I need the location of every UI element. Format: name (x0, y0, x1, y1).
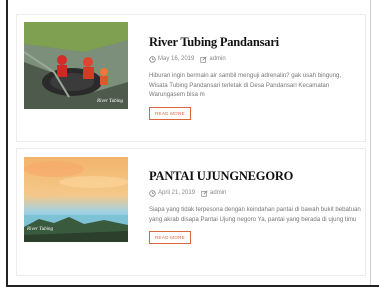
post-date[interactable]: April 21, 2019 (158, 189, 195, 197)
post-meta: May 16, 2019 admin (149, 55, 355, 63)
read-more-button[interactable]: READ MORE (149, 106, 191, 120)
read-more-button[interactable]: READ MORE (149, 231, 191, 245)
post-card: River Tubing PANTAI UJUNGNEGORO April 21… (16, 148, 366, 276)
post-card: River Tubing River Tubing Pandansari May… (16, 14, 366, 142)
post-title[interactable]: PANTAI UJUNGNEGORO (149, 169, 355, 183)
post-excerpt: Hiburan ingin bermain air sambil menguji… (149, 72, 342, 99)
window-left-border (6, 0, 8, 287)
thumbnail-watermark: River Tubing (26, 227, 53, 232)
window-right-border (370, 0, 371, 287)
post-thumbnail-pantai-ujungnegoro[interactable]: River Tubing (24, 157, 128, 242)
post-author[interactable]: admin (210, 189, 226, 197)
clock-icon (149, 189, 156, 197)
post-date[interactable]: May 16, 2019 (158, 55, 194, 63)
edit-icon (201, 189, 208, 197)
post-excerpt: Siapa yang tidak terpesona dengan keinda… (149, 206, 361, 223)
clock-icon (149, 55, 156, 63)
post-title[interactable]: River Tubing Pandansari (149, 35, 355, 49)
thumbnail-watermark: River Tubing (96, 99, 123, 104)
post-author[interactable]: admin (209, 55, 225, 63)
post-meta: April 21, 2019 admin (149, 189, 355, 197)
post-thumbnail-river-tubing[interactable]: River Tubing (24, 22, 128, 109)
edit-icon (200, 55, 207, 63)
